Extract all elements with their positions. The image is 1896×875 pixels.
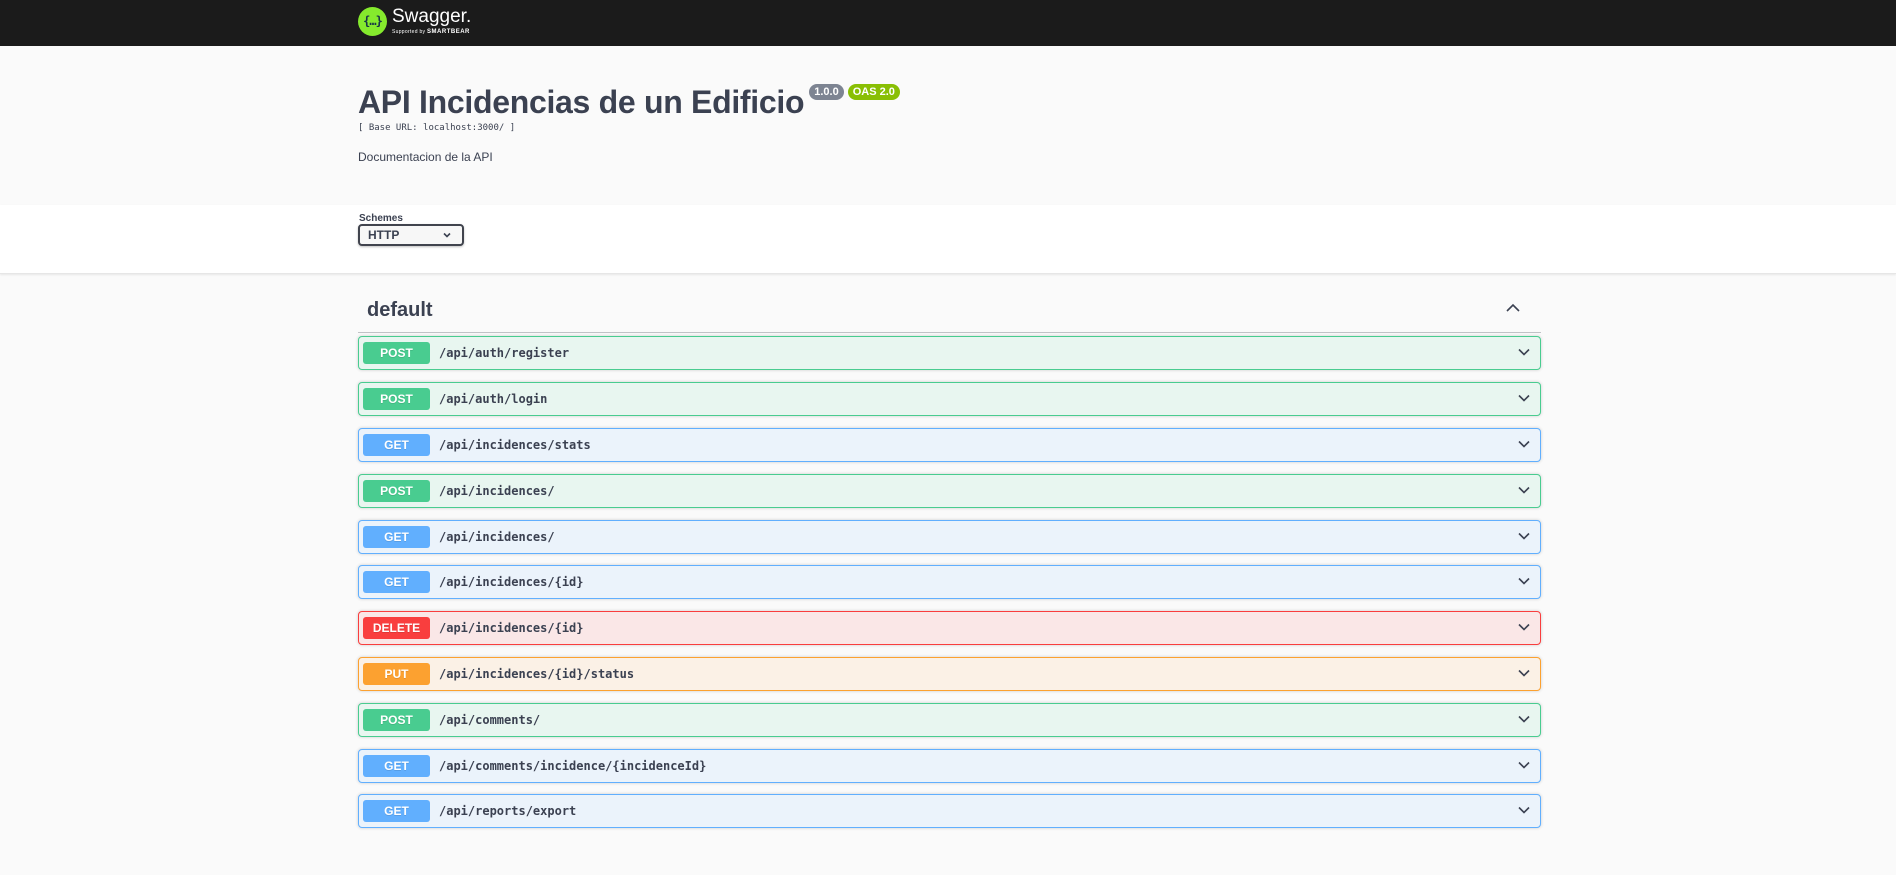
method-badge: DELETE [363, 617, 430, 639]
api-description: Documentacion de la API [358, 150, 493, 164]
method-badge: POST [363, 342, 430, 364]
chevron-down-icon[interactable] [1517, 576, 1531, 586]
operation-post-api-incidences[interactable]: POST /api/incidences/ [358, 474, 1541, 508]
swagger-logo-icon: {…} [358, 6, 387, 36]
chevron-down-icon[interactable] [1517, 622, 1531, 632]
version-badge: 1.0.0 [809, 84, 844, 100]
page-title: API Incidencias de un Edificio [358, 84, 805, 120]
operation-get-api-incidences[interactable]: GET /api/incidences/ [358, 520, 1541, 554]
chevron-down-icon[interactable] [1517, 805, 1531, 815]
method-badge: GET [363, 526, 430, 548]
operation-path: /api/auth/register [439, 346, 570, 360]
operation-path: /api/incidences/{id} [439, 575, 584, 589]
operation-get-api-incidences-stats[interactable]: GET /api/incidences/stats [358, 428, 1541, 462]
title-row: API Incidencias de un Edificio 1.0.0 OAS… [358, 84, 900, 120]
method-badge: POST [363, 388, 430, 410]
schemes-container: Schemes HTTP [0, 205, 1896, 274]
schemes-label: Schemes [359, 213, 403, 224]
operation-put-api-incidences-id-status[interactable]: PUT /api/incidences/{id}/status [358, 657, 1541, 691]
topbar: {…} Swagger. Supported by SMARTBEAR [0, 0, 1896, 46]
method-badge: GET [363, 571, 430, 593]
oas-badge: OAS 2.0 [847, 84, 900, 100]
operation-delete-api-incidences-id[interactable]: DELETE /api/incidences/{id} [358, 611, 1541, 645]
operation-path: /api/auth/login [439, 392, 548, 406]
base-url: [ Base URL: localhost:3000/ ] [358, 123, 516, 133]
operation-path: /api/comments/ [439, 713, 541, 727]
operation-post-api-auth-login[interactable]: POST /api/auth/login [358, 382, 1541, 416]
swagger-logo[interactable]: {…} Swagger. Supported by SMARTBEAR [358, 4, 471, 38]
operation-get-api-comments-incidence-id[interactable]: GET /api/comments/incidence/{incidenceId… [358, 749, 1541, 783]
method-badge: PUT [363, 663, 430, 685]
method-badge: POST [363, 480, 430, 502]
operation-path: /api/comments/incidence/{incidenceId} [439, 759, 707, 773]
method-badge: GET [363, 800, 430, 822]
chevron-down-icon[interactable] [1517, 347, 1531, 357]
operation-path: /api/incidences/{id}/status [439, 667, 635, 681]
operation-post-api-auth-register[interactable]: POST /api/auth/register [358, 336, 1541, 370]
schemes-select[interactable]: HTTP [358, 224, 464, 246]
operation-path: /api/incidences/ [439, 484, 555, 498]
chevron-down-icon[interactable] [1517, 485, 1531, 495]
method-badge: GET [363, 755, 430, 777]
operation-path: /api/incidences/{id} [439, 621, 584, 635]
chevron-down-icon [443, 232, 451, 238]
operation-get-api-incidences-id[interactable]: GET /api/incidences/{id} [358, 565, 1541, 599]
logo-sub: Supported by SMARTBEAR [392, 29, 471, 35]
schemes-selected-value: HTTP [368, 228, 400, 242]
section-default-header[interactable]: default [358, 288, 1541, 333]
operation-get-api-reports-export[interactable]: GET /api/reports/export [358, 794, 1541, 828]
api-info: API Incidencias de un Edificio 1.0.0 OAS… [0, 46, 1896, 205]
logo-sub-prefix: Supported by [392, 29, 426, 35]
chevron-down-icon[interactable] [1517, 760, 1531, 770]
chevron-down-icon[interactable] [1517, 439, 1531, 449]
chevron-down-icon[interactable] [1517, 668, 1531, 678]
method-badge: GET [363, 434, 430, 456]
logo-name: Swagger. [392, 6, 472, 27]
operation-path: /api/incidences/stats [439, 438, 591, 452]
logo-sub-brand: SMARTBEAR [427, 29, 470, 35]
method-badge: POST [363, 709, 430, 731]
chevron-down-icon[interactable] [1517, 531, 1531, 541]
chevron-down-icon[interactable] [1517, 714, 1531, 724]
chevron-up-icon[interactable] [1505, 302, 1521, 314]
chevron-down-icon[interactable] [1517, 393, 1531, 403]
operation-path: /api/incidences/ [439, 530, 555, 544]
operation-path: /api/reports/export [439, 804, 577, 818]
section-title: default [367, 299, 433, 321]
operation-post-api-comments[interactable]: POST /api/comments/ [358, 703, 1541, 737]
logo-symbol: {…} [363, 14, 383, 28]
logo-text: Swagger. Supported by SMARTBEAR [392, 7, 471, 35]
